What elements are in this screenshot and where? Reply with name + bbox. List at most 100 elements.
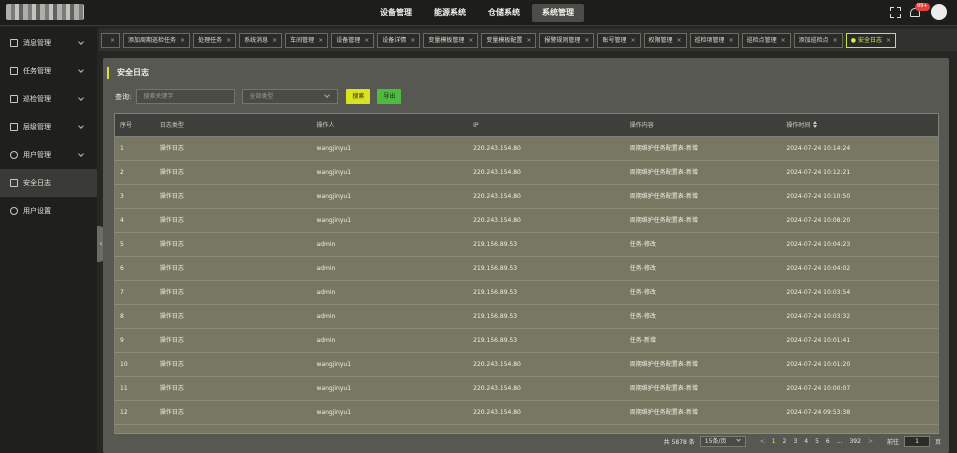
table-row[interactable]: 7 操作日志 admin 219.156.89.53 任务-修改 2024-07-24 1…: [114, 281, 939, 305]
table-row[interactable]: 5 操作日志 admin 219.156.89.53 任务-修改 2024-07-24 1…: [114, 233, 939, 257]
export-button[interactable]: 导出: [377, 89, 402, 104]
table-cell: 周期维护任务配置表-新增: [629, 145, 698, 152]
avatar[interactable]: [931, 4, 947, 20]
table-cell: 操作日志: [159, 169, 184, 176]
table-cell: 任务-修改: [629, 265, 656, 272]
column-header: 序号: [120, 122, 133, 129]
table-cell: 周期维护任务配置表-新增: [629, 193, 698, 200]
tab-accounts[interactable]: 账号管理 ×: [597, 32, 641, 48]
tab-permissions[interactable]: 权限管理 ×: [643, 32, 687, 48]
log-type-select[interactable]: 全部类型: [242, 89, 339, 104]
table-body: 1 操作日志 wangjinyu1 220.243.154.80 周期维护任务配置表-新…: [114, 137, 939, 434]
tab-equipment-detail[interactable]: 设备详情 ×: [377, 32, 421, 48]
sidebar-item-label: 层级管理: [23, 123, 51, 131]
fullscreen-icon[interactable]: [890, 6, 901, 18]
page-number[interactable]: 392: [848, 438, 861, 445]
table-row[interactable]: 12 操作日志 wangjinyu1 220.243.154.80 周期维护任务配置表-…: [114, 401, 939, 425]
next-page-button[interactable]: >: [867, 438, 874, 445]
table-row[interactable]: 2 操作日志 wangjinyu1 220.243.154.80 周期维护任务配置表-新…: [114, 161, 939, 185]
page-number[interactable]: 1: [771, 438, 777, 445]
table-cell: 2024-07-24 10:00:07: [786, 385, 851, 392]
goto-label: 前往: [886, 439, 899, 446]
tab-security-log[interactable]: ● 安全日志 ×: [845, 32, 896, 48]
table-cell: 220.243.154.80: [473, 361, 521, 368]
table-row[interactable]: 3 操作日志 wangjinyu1 220.243.154.80 周期维护任务配置表-新…: [114, 185, 939, 209]
top-nav-equipment[interactable]: 设备管理: [370, 4, 422, 22]
page-number[interactable]: 5: [814, 438, 820, 445]
table-row[interactable]: 10 操作日志 wangjinyu1 220.243.154.80 周期维护任务配置表-…: [114, 353, 939, 377]
total-count: 共 5878 条: [663, 439, 695, 446]
table-cell: 2024-07-24 10:04:23: [786, 241, 851, 248]
top-nav-energy[interactable]: 能源系统: [424, 4, 476, 22]
tab-system-messages[interactable]: 系统消息 ×: [239, 32, 283, 48]
top-nav-system[interactable]: 系统管理: [532, 4, 584, 22]
close-icon[interactable]: ×: [833, 37, 838, 44]
sidebar-item-user-settings[interactable]: 用户设置: [0, 197, 97, 225]
column-header-sortable[interactable]: 操作时间: [781, 114, 938, 136]
close-icon[interactable]: ×: [410, 37, 415, 44]
tab-equipment[interactable]: 设备管理 ×: [331, 32, 375, 48]
tab-inspection-items[interactable]: 巡检项管理 ×: [689, 32, 739, 48]
sidebar-item-hierarchy[interactable]: 层级管理: [0, 113, 97, 141]
table-cell: admin: [316, 241, 336, 248]
search-button[interactable]: 搜索: [346, 89, 371, 104]
table-row[interactable]: 11 操作日志 wangjinyu1 220.243.154.80 周期维护任务配置表-…: [114, 377, 939, 401]
page-number[interactable]: 4: [803, 438, 809, 445]
page-title: 安全日志: [107, 67, 149, 79]
tab-variable-template-config[interactable]: 变量模板配置 ×: [481, 32, 537, 48]
close-icon[interactable]: ×: [729, 37, 734, 44]
goto-page-input[interactable]: 1: [903, 436, 930, 447]
sidebar-item-tasks[interactable]: 任务管理: [0, 57, 97, 85]
user-icon: [10, 151, 18, 159]
close-icon[interactable]: ×: [468, 37, 473, 44]
page-number[interactable]: 2: [782, 438, 788, 445]
tab-add-inspection-point[interactable]: 添加巡检点 ×: [793, 32, 843, 48]
table-cell: 220.243.154.80: [473, 409, 521, 416]
top-nav-warehouse[interactable]: 仓储系统: [478, 4, 530, 22]
notification-button[interactable]: 99+: [909, 3, 930, 19]
tab-alarm-rules[interactable]: 报警规则管理 ×: [539, 32, 595, 48]
page-size-select[interactable]: 15条/页: [699, 436, 746, 447]
close-icon[interactable]: ×: [180, 37, 185, 44]
table-cell: admin: [316, 265, 336, 272]
page-ellipsis[interactable]: ...: [836, 438, 844, 445]
sidebar-item-messages[interactable]: 消息管理: [0, 29, 97, 57]
table-row[interactable]: 1 操作日志 wangjinyu1 220.243.154.80 周期维护任务配置表-新…: [114, 137, 939, 161]
table-cell: 操作日志: [159, 385, 184, 392]
close-icon[interactable]: ×: [272, 37, 277, 44]
table-cell: wangjinyu1: [316, 385, 352, 392]
close-icon[interactable]: ×: [364, 37, 369, 44]
tab-inspection-points[interactable]: 巡检点管理 ×: [741, 32, 791, 48]
page-number[interactable]: 3: [792, 438, 798, 445]
table-row[interactable]: 8 操作日志 admin 219.156.89.53 任务-修改 2024-07-24 1…: [114, 305, 939, 329]
tab-variable-template[interactable]: 变量模板管理 ×: [423, 32, 479, 48]
tab-hidden[interactable]: ×: [101, 32, 121, 48]
close-icon[interactable]: ×: [584, 37, 589, 44]
tab-process-task[interactable]: 处理任务 ×: [193, 32, 237, 48]
close-icon[interactable]: ×: [110, 37, 115, 44]
close-icon[interactable]: ×: [781, 37, 786, 44]
sidebar-item-inspection[interactable]: 巡检管理: [0, 85, 97, 113]
table-row[interactable]: 4 操作日志 wangjinyu1 220.243.154.80 周期维护任务配置表-新…: [114, 209, 939, 233]
close-icon[interactable]: ×: [226, 37, 231, 44]
close-icon[interactable]: ×: [677, 37, 682, 44]
chevron-down-icon: [78, 151, 84, 157]
table-row[interactable]: 6 操作日志 admin 219.156.89.53 任务-修改 2024-07-24 1…: [114, 257, 939, 281]
close-icon[interactable]: ×: [886, 37, 891, 44]
sidebar-item-security-log[interactable]: 安全日志: [0, 169, 97, 197]
close-icon[interactable]: ×: [318, 37, 323, 44]
close-icon[interactable]: ×: [630, 37, 635, 44]
chevron-down-icon: [736, 437, 741, 442]
tab-add-periodic-inspection[interactable]: 添加周期巡检任务 ×: [123, 32, 191, 48]
tab-workshop[interactable]: 车间管理 ×: [285, 32, 329, 48]
prev-page-button[interactable]: <: [759, 438, 766, 445]
table-cell: 任务-新增: [629, 337, 656, 344]
column-header: 操作人: [316, 122, 335, 129]
sidebar-item-users[interactable]: 用户管理: [0, 141, 97, 169]
sort-icon[interactable]: [813, 121, 818, 128]
page-number[interactable]: 6: [825, 438, 831, 445]
chevron-down-icon: [78, 95, 84, 101]
close-icon[interactable]: ×: [526, 37, 531, 44]
search-input[interactable]: [136, 89, 236, 104]
table-row[interactable]: 9 操作日志 admin 219.156.89.53 任务-新增 2024-07-24 1…: [114, 329, 939, 353]
